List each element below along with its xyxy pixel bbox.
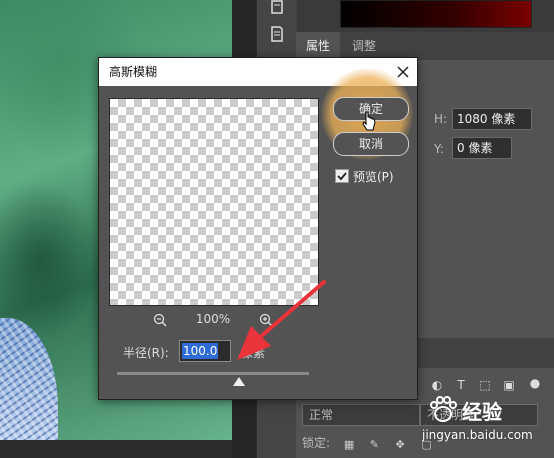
adjustment-layer-icon[interactable]: ◐ bbox=[430, 378, 444, 392]
blend-mode-select[interactable]: 正常 bbox=[302, 404, 420, 426]
radius-slider-thumb[interactable] bbox=[233, 377, 245, 386]
mouse-cursor-icon bbox=[361, 110, 377, 132]
preview-checkbox[interactable] bbox=[335, 169, 349, 183]
lock-paint-icon[interactable]: ✎ bbox=[370, 438, 382, 451]
watermark-brand: 经验 bbox=[462, 400, 502, 424]
smart-object-icon[interactable]: ▣ bbox=[502, 378, 516, 392]
y-label: Y: bbox=[434, 142, 444, 156]
color-gradient-bar bbox=[340, 0, 532, 28]
tab-properties[interactable]: 属性 bbox=[296, 32, 341, 60]
layers-icon[interactable] bbox=[269, 0, 285, 16]
lock-row: 锁定: ▦ ✎ ✥ ▢ bbox=[302, 434, 433, 451]
h-label: H: bbox=[434, 112, 448, 126]
gaussian-blur-dialog: 高斯模糊 100% 半径(R): 100.0 像素 确定 取消 预览(P) bbox=[98, 57, 418, 400]
radius-input[interactable]: 100.0 bbox=[179, 340, 231, 362]
photo-scarf-region bbox=[0, 318, 58, 440]
lock-transparency-icon[interactable]: ▦ bbox=[344, 438, 356, 451]
cancel-button[interactable]: 取消 bbox=[333, 132, 409, 156]
filter-toggle-icon[interactable]: ● bbox=[528, 376, 542, 390]
shape-layer-icon[interactable]: ⬚ bbox=[478, 378, 492, 392]
document-icon[interactable] bbox=[269, 26, 285, 42]
dialog-title: 高斯模糊 bbox=[109, 65, 158, 79]
blur-preview[interactable] bbox=[109, 98, 319, 306]
lock-position-icon[interactable]: ✥ bbox=[396, 438, 408, 451]
baidu-paw-icon bbox=[430, 396, 457, 422]
canvas-bottom-bar bbox=[0, 440, 232, 458]
tab-adjustments[interactable]: 调整 bbox=[342, 32, 386, 60]
annotation-arrow-icon bbox=[237, 280, 326, 360]
radius-label: 半径(R): bbox=[123, 346, 169, 360]
preview-label: 预览(P) bbox=[353, 170, 394, 184]
panel-tabs: 属性 调整 bbox=[296, 32, 554, 60]
type-layer-icon[interactable]: T bbox=[454, 378, 468, 392]
radius-slider-track[interactable] bbox=[117, 372, 309, 375]
y-field[interactable]: 0 像素 bbox=[452, 137, 512, 159]
h-field[interactable]: 1080 像素 bbox=[452, 108, 532, 130]
watermark-url: jingyan.baidu.com bbox=[422, 428, 533, 442]
baidu-jingyan-watermark: 经验 jingyan.baidu.com bbox=[422, 392, 552, 452]
lock-label: 锁定: bbox=[302, 436, 331, 450]
radius-value: 100.0 bbox=[182, 343, 219, 359]
